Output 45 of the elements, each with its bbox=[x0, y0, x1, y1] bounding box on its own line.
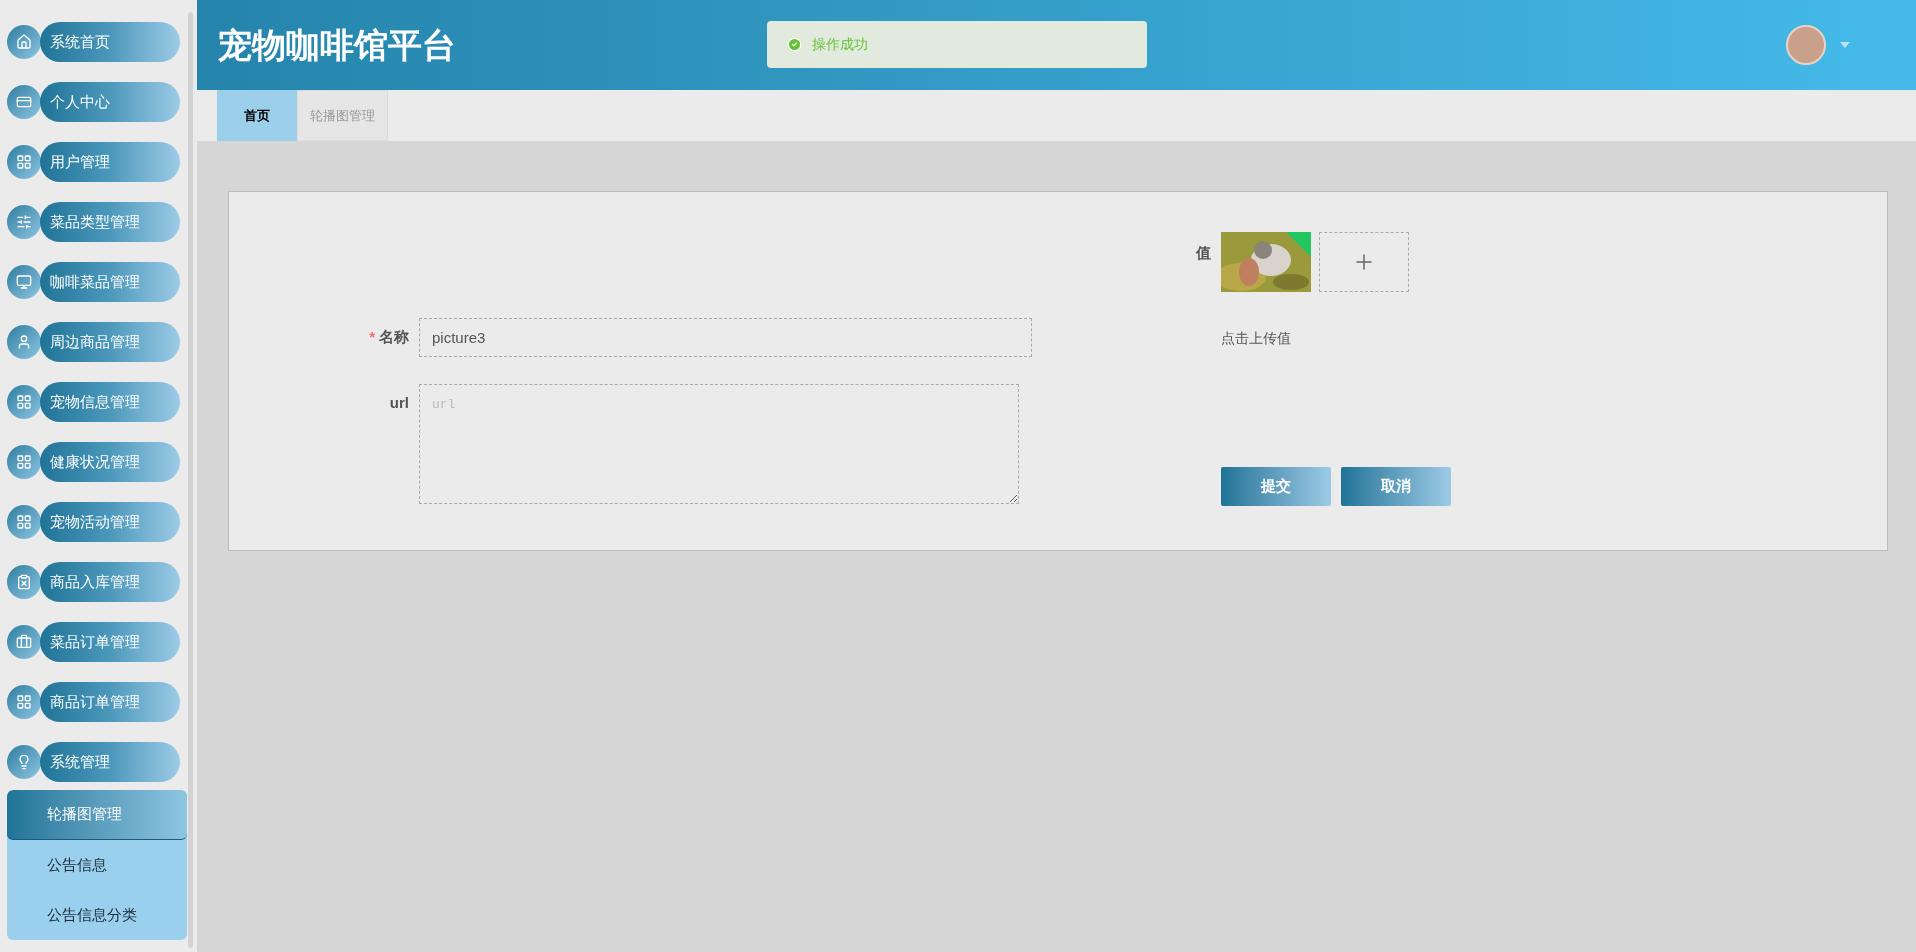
briefcase-icon bbox=[16, 634, 32, 650]
menu-item[interactable]: 菜品类型管理 bbox=[40, 202, 180, 242]
toast-message: 操作成功 bbox=[812, 35, 868, 54]
user-icon bbox=[16, 334, 32, 350]
app-title: 宠物咖啡馆平台 bbox=[218, 24, 456, 66]
field-label: 值 bbox=[1194, 243, 1212, 263]
form-button[interactable]: 提交 bbox=[1221, 467, 1331, 506]
menu-item[interactable]: 商品订单管理 bbox=[40, 682, 180, 722]
menu-item[interactable]: 用户管理 bbox=[40, 142, 180, 182]
card-icon bbox=[16, 94, 32, 110]
grid-icon bbox=[16, 154, 32, 170]
success-icon bbox=[787, 37, 802, 52]
grid-icon bbox=[16, 394, 32, 410]
menu-item[interactable]: 系统首页 bbox=[40, 22, 180, 62]
name-field[interactable]: picture3 bbox=[419, 318, 1032, 357]
tab[interactable]: 轮播图管理 bbox=[297, 90, 388, 141]
upload-hint: 点击上传值 bbox=[1221, 329, 1291, 348]
clipboard-icon bbox=[16, 574, 32, 590]
sliders-icon bbox=[16, 214, 32, 230]
menu-item[interactable]: 咖啡菜品管理 bbox=[40, 262, 180, 302]
grid-icon bbox=[16, 514, 32, 530]
menu-item[interactable]: 健康状况管理 bbox=[40, 442, 180, 482]
avatar[interactable] bbox=[1786, 25, 1826, 65]
home-icon bbox=[16, 34, 32, 50]
lightbulb-icon bbox=[16, 754, 32, 770]
submenu-item[interactable]: 公告信息分类 bbox=[7, 890, 187, 940]
caret-icon[interactable] bbox=[1840, 42, 1850, 48]
grid-icon bbox=[16, 694, 32, 710]
menu-item[interactable]: 菜品订单管理 bbox=[40, 622, 180, 662]
field-label-text: 名称 bbox=[379, 328, 409, 346]
tab[interactable]: 首页 bbox=[217, 90, 297, 141]
monitor-icon bbox=[16, 274, 32, 290]
menu-item[interactable]: 宠物信息管理 bbox=[40, 382, 180, 422]
upload-button[interactable] bbox=[1319, 232, 1409, 292]
menu-item[interactable]: 宠物活动管理 bbox=[40, 502, 180, 542]
submenu-item[interactable]: 公告信息 bbox=[7, 840, 187, 890]
field-label: url bbox=[388, 393, 410, 413]
submenu-item[interactable]: 轮播图管理 bbox=[7, 790, 187, 840]
required-mark: * bbox=[369, 328, 375, 346]
grid-icon bbox=[16, 454, 32, 470]
form-button[interactable]: 取消 bbox=[1341, 467, 1451, 506]
menu-item[interactable]: 系统管理 bbox=[40, 742, 180, 782]
menu-item[interactable]: 商品入库管理 bbox=[40, 562, 180, 602]
menu-item[interactable]: 个人中心 bbox=[40, 82, 180, 122]
menu-item[interactable]: 周边商品管理 bbox=[40, 322, 180, 362]
